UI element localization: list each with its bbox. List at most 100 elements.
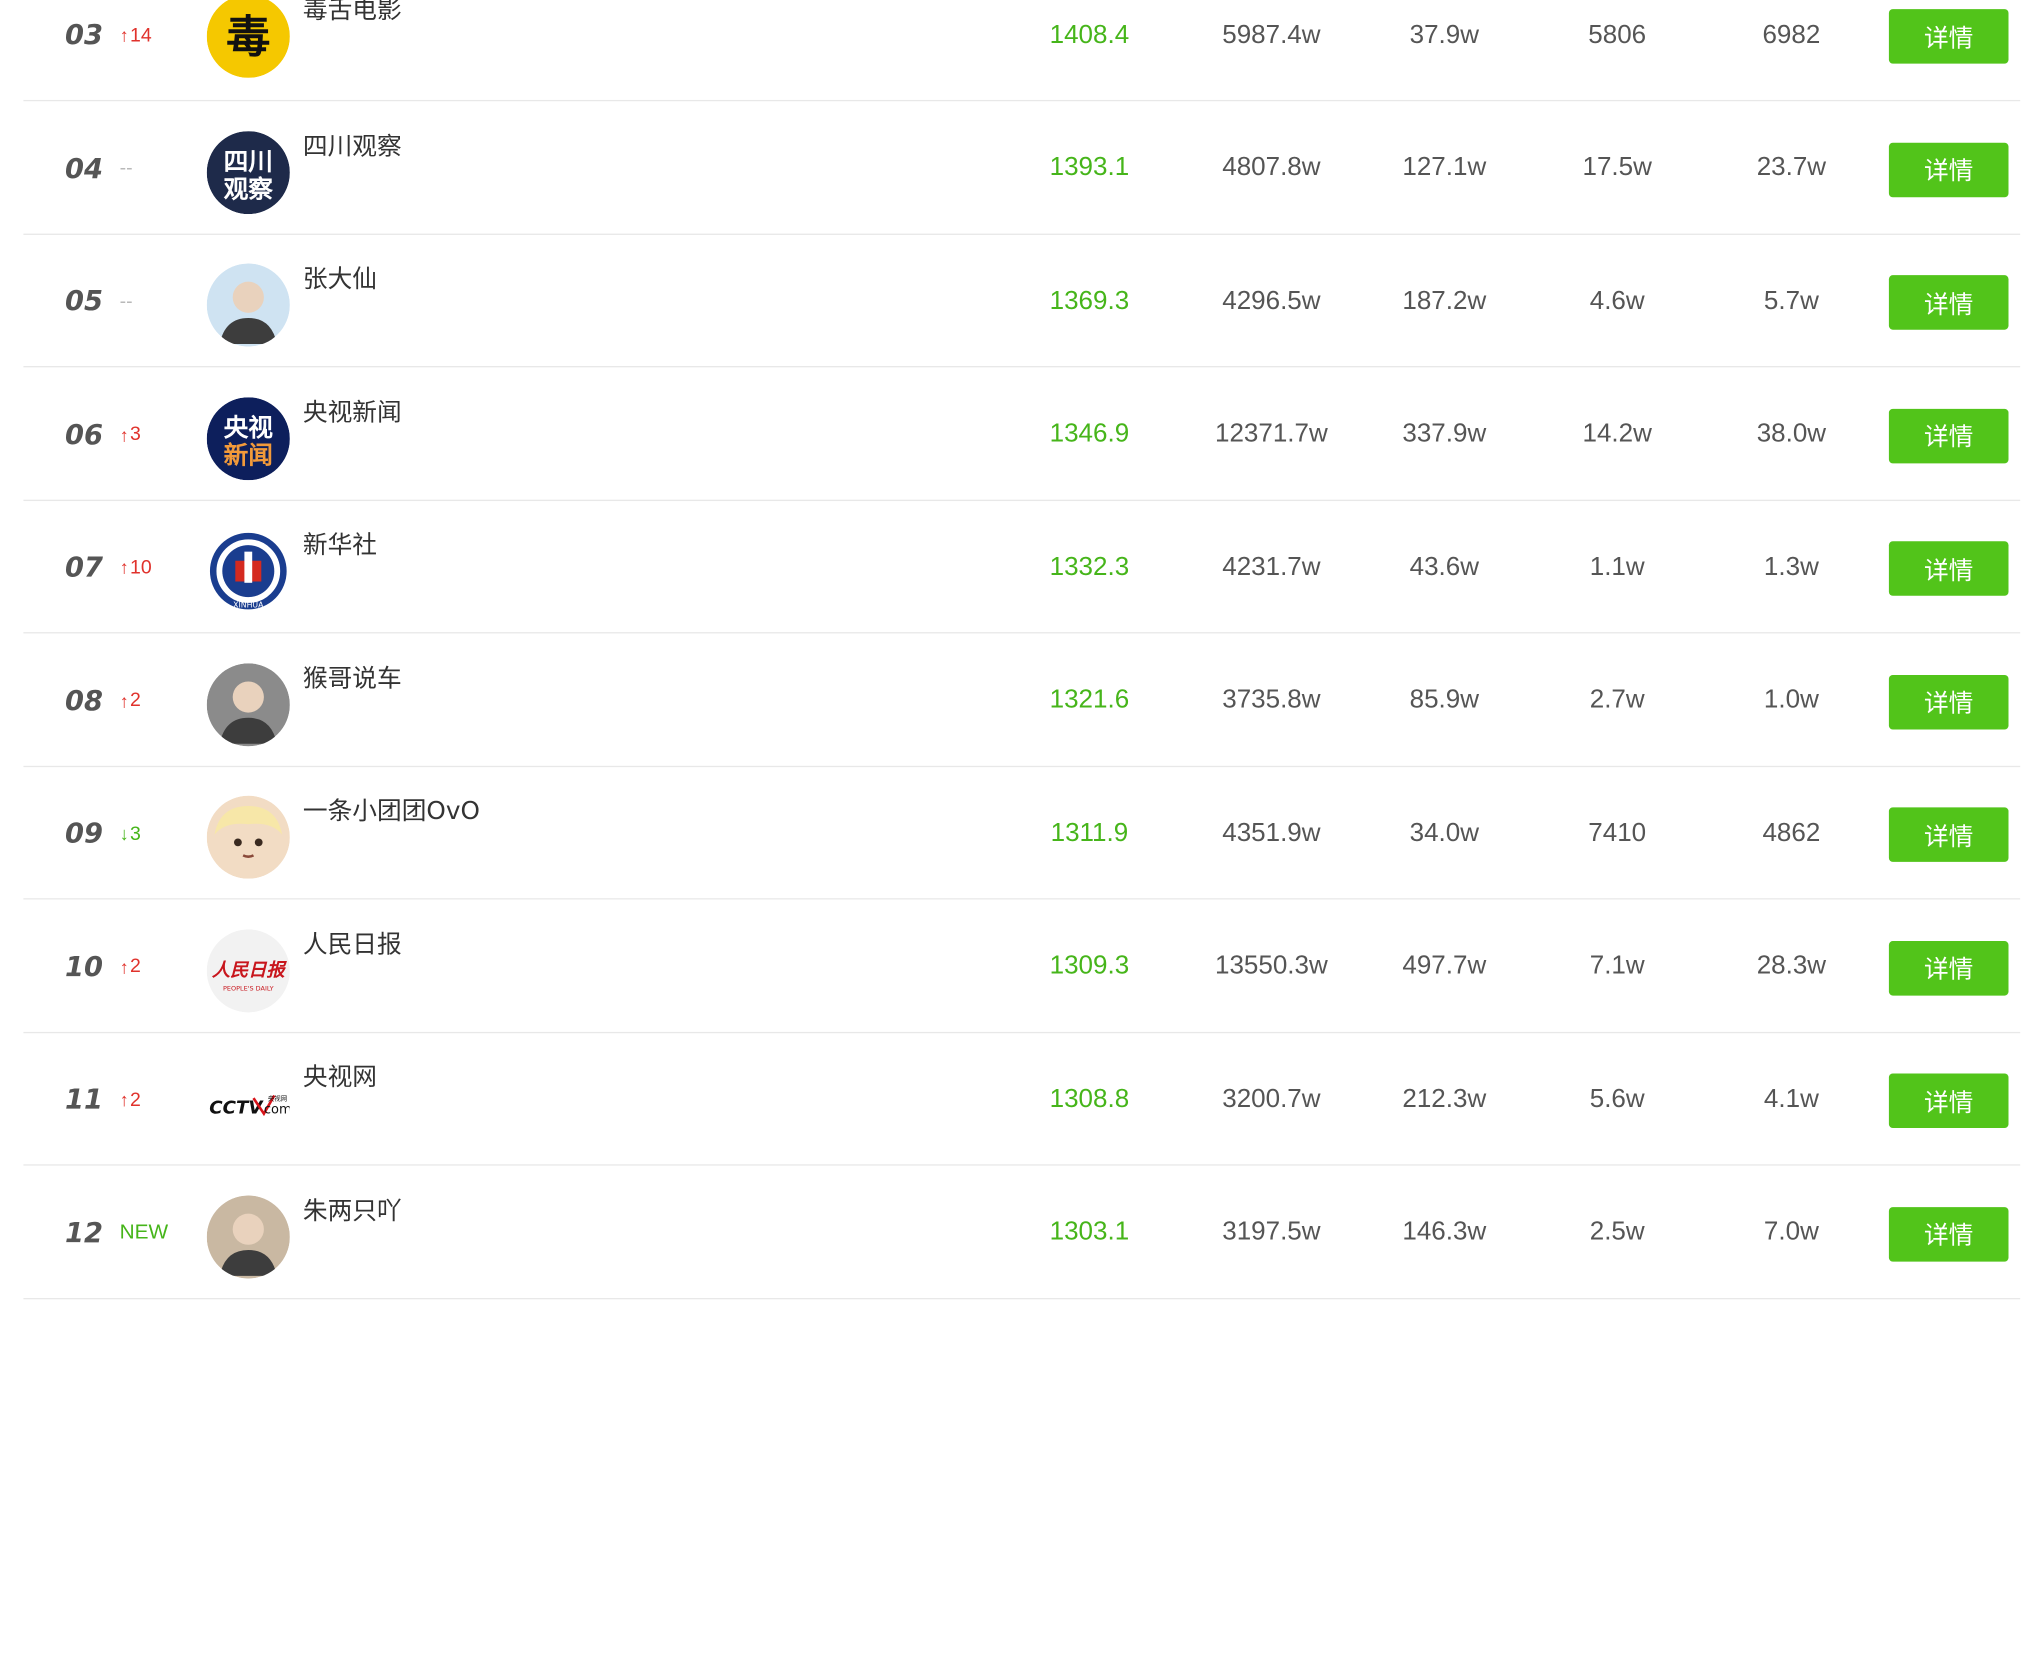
cctv-com-logo-icon: CCTV 央视网 com [206, 1061, 290, 1145]
cctv-news-logo-icon: 央视 新闻 [206, 396, 290, 480]
likes-value: 187.2w [1402, 286, 1487, 315]
rank-number: 11 [65, 1083, 104, 1115]
avatar[interactable]: CCTV 央视网 com [206, 1061, 290, 1145]
fans-value: 4231.7w [1222, 552, 1321, 581]
score-value: 1321.6 [1049, 685, 1130, 714]
table-row: 04 -- 四川 观察 四川观察 1393.1 4807.8w 127.1w 1… [23, 102, 2021, 235]
fans-value: 12371.7w [1215, 419, 1328, 448]
likes-value: 497.7w [1402, 951, 1487, 980]
detail-button[interactable]: 详情 [1888, 408, 2009, 463]
avatar[interactable] [206, 263, 290, 347]
comments-value: 7.1w [1589, 951, 1645, 980]
comments-value: 17.5w [1582, 153, 1652, 182]
arrow-down-icon: ↓ [119, 822, 129, 844]
account-name[interactable]: 猴哥说车 [303, 659, 402, 694]
rank-number: 09 [65, 817, 104, 849]
likes-value: 43.6w [1409, 552, 1479, 581]
detail-button[interactable]: 详情 [1888, 541, 2009, 596]
avatar[interactable]: 四川 观察 [206, 130, 290, 214]
account-name[interactable]: 人民日报 [303, 925, 402, 960]
comments-value: 14.2w [1582, 419, 1652, 448]
avatar-logo-line1: 四川 [224, 146, 273, 175]
portrait-photo-icon [206, 1194, 290, 1278]
table-row: 12 NEW 朱两只吖 1303.1 3197.5w 146.3w 2.5w 7… [23, 1166, 2021, 1299]
detail-button[interactable]: 详情 [1888, 1073, 2009, 1128]
comments-value: 2.7w [1589, 685, 1645, 714]
score-value: 1311.9 [1050, 818, 1129, 847]
portrait-photo-icon [206, 662, 290, 746]
shares-value: 28.3w [1756, 951, 1827, 980]
table-row: 08 ↑ 2 猴哥说车 1321.6 3735.8w 85.9w 2.7w 1.… [23, 634, 2021, 767]
score-value: 1346.9 [1049, 419, 1130, 448]
rank-change: ↑ 10 [120, 501, 152, 633]
detail-button[interactable]: 详情 [1888, 1206, 2009, 1262]
comments-value: 1.1w [1589, 552, 1645, 581]
score-value: 1332.3 [1049, 552, 1130, 581]
avatar[interactable] [206, 795, 290, 879]
avatar-logo-line2: 新闻 [224, 440, 273, 469]
rank-number: 08 [65, 684, 104, 716]
avatar[interactable] [206, 662, 290, 746]
rank-change: ↑ 2 [120, 1033, 141, 1165]
score-value: 1369.3 [1049, 286, 1130, 315]
likes-value: 212.3w [1402, 1084, 1487, 1114]
shares-value: 38.0w [1756, 419, 1827, 448]
shares-value: 23.7w [1756, 153, 1827, 182]
rank-change-value: -- [119, 157, 133, 180]
avatar-logo-line2: 观察 [224, 174, 274, 203]
rank-number: 06 [65, 418, 104, 450]
likes-value: 127.1w [1402, 153, 1487, 182]
likes-value: 337.9w [1402, 419, 1487, 448]
likes-value: 85.9w [1409, 685, 1479, 714]
fans-value: 5987.4w [1222, 20, 1321, 49]
fans-value: 3735.8w [1222, 685, 1321, 714]
account-name[interactable]: 一条小团团OvO [303, 792, 480, 827]
likes-value: 37.9w [1409, 20, 1479, 49]
arrow-up-icon: ↑ [119, 556, 129, 578]
account-name[interactable]: 张大仙 [303, 260, 377, 295]
detail-button[interactable]: 详情 [1888, 142, 2009, 197]
account-name[interactable]: 四川观察 [303, 127, 402, 162]
portrait-photo-icon [206, 263, 290, 347]
detail-button[interactable]: 详情 [1888, 275, 2009, 330]
detail-button[interactable]: 详情 [1888, 9, 2009, 64]
rank-number: 12 [65, 1216, 104, 1249]
likes-value: 146.3w [1402, 1217, 1487, 1247]
comments-value: 5.6w [1589, 1084, 1645, 1114]
avatar[interactable]: XINHUA [206, 529, 290, 613]
rank-change: ↑ 14 [120, 0, 152, 101]
table-row: 11 ↑ 2 CCTV 央视网 com 央视网 1308.8 3200.7w 2… [23, 1033, 2021, 1166]
avatar[interactable]: 毒 [206, 0, 290, 78]
shares-value: 4862 [1762, 818, 1821, 847]
detail-button[interactable]: 详情 [1888, 674, 2009, 729]
arrow-up-icon: ↑ [119, 24, 129, 46]
row-divider [23, 1297, 2021, 1299]
account-name[interactable]: 新华社 [303, 526, 377, 561]
anime-avatar-icon [206, 795, 290, 879]
score-value: 1309.3 [1049, 951, 1130, 980]
avatar-subtitle: PEOPLE'S DAILY [223, 984, 274, 992]
shares-value: 1.3w [1763, 552, 1819, 581]
likes-value: 34.0w [1409, 818, 1479, 847]
rank-change: -- [120, 102, 133, 234]
account-name[interactable]: 毒舌电影 [303, 0, 402, 26]
avatar[interactable] [206, 1194, 290, 1278]
rank-change: ↑ 3 [120, 368, 141, 500]
rank-number: 10 [65, 950, 104, 982]
rank-number: 05 [65, 285, 104, 317]
account-name[interactable]: 朱两只吖 [303, 1191, 402, 1226]
avatar-logo-line1: 央视 [224, 412, 274, 441]
avatar-ring-text: XINHUA [233, 600, 264, 609]
ranking-list: 03 ↑ 14 毒 毒舌电影 1408.4 5987.4w 37.9w 5806… [0, 0, 2043, 1661]
detail-button[interactable]: 详情 [1888, 807, 2009, 862]
avatar-small-text: 央视网 [268, 1094, 287, 1103]
fans-value: 13550.3w [1215, 951, 1328, 980]
account-name[interactable]: 央视网 [303, 1058, 377, 1093]
rank-change-value: 3 [130, 822, 141, 845]
rank-change-value: 2 [130, 689, 141, 712]
account-name[interactable]: 央视新闻 [303, 393, 402, 428]
rank-change: NEW [120, 1166, 169, 1298]
avatar[interactable]: 人民日报 PEOPLE'S DAILY [206, 928, 290, 1012]
avatar[interactable]: 央视 新闻 [206, 396, 290, 480]
detail-button[interactable]: 详情 [1888, 940, 2009, 995]
